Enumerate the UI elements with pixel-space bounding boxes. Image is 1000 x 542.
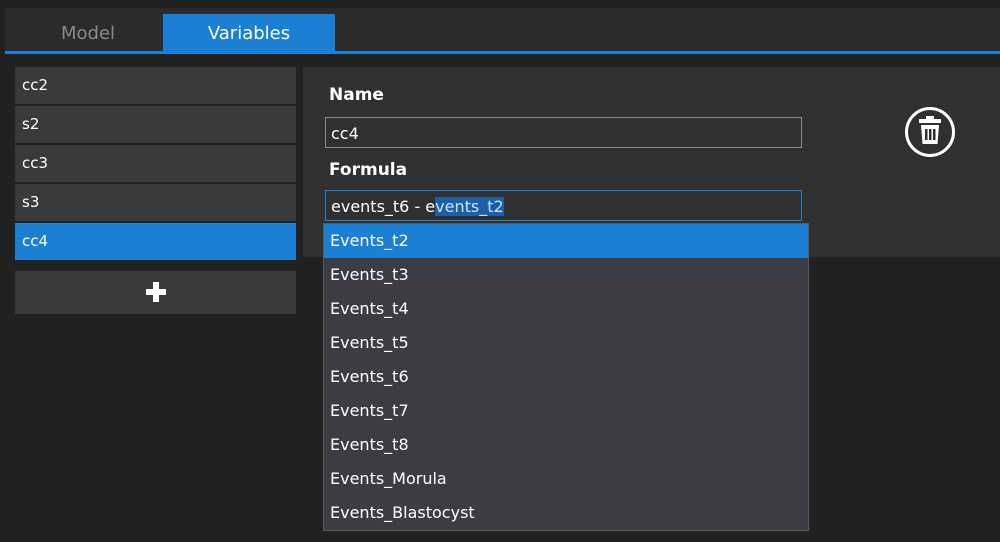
autocomplete-option[interactable]: Events_t2 bbox=[324, 224, 808, 258]
app-window: Model Variables cc2 s2 cc3 s3 cc4 Name c… bbox=[5, 8, 1000, 542]
autocomplete-option[interactable]: Events_t6 bbox=[324, 360, 808, 394]
trash-icon bbox=[919, 116, 941, 144]
formula-label: Formula bbox=[329, 160, 408, 180]
autocomplete-option[interactable]: Events_Blastocyst bbox=[324, 496, 808, 530]
autocomplete-option[interactable]: Events_Morula bbox=[324, 462, 808, 496]
tab-model[interactable]: Model bbox=[13, 14, 163, 53]
autocomplete-dropdown: Events_t2 Events_t3 Events_t4 Events_t5 … bbox=[323, 223, 809, 531]
autocomplete-option[interactable]: Events_t7 bbox=[324, 394, 808, 428]
tab-variables[interactable]: Variables bbox=[163, 14, 335, 53]
delete-variable-button[interactable] bbox=[905, 107, 955, 157]
variable-item-cc3[interactable]: cc3 bbox=[15, 145, 296, 182]
variable-item-cc4[interactable]: cc4 bbox=[15, 223, 296, 260]
tab-bar: Model Variables bbox=[5, 8, 1000, 54]
formula-input[interactable]: events_t6 - events_t2 bbox=[325, 190, 802, 221]
add-variable-button[interactable] bbox=[15, 271, 296, 314]
autocomplete-option[interactable]: Events_t4 bbox=[324, 292, 808, 326]
autocomplete-option[interactable]: Events_t8 bbox=[324, 428, 808, 462]
autocomplete-option[interactable]: Events_t3 bbox=[324, 258, 808, 292]
variable-item-s3[interactable]: s3 bbox=[15, 184, 296, 221]
formula-autocomplete-selection: vents_t2 bbox=[435, 197, 504, 216]
variable-item-s2[interactable]: s2 bbox=[15, 106, 296, 143]
autocomplete-option[interactable]: Events_t5 bbox=[324, 326, 808, 360]
name-input[interactable]: cc4 bbox=[325, 117, 802, 148]
variable-item-cc2[interactable]: cc2 bbox=[15, 67, 296, 104]
name-label: Name bbox=[329, 85, 384, 105]
formula-typed-text: events_t6 - e bbox=[331, 197, 436, 216]
tab-underline bbox=[5, 51, 1000, 54]
variable-list: cc2 s2 cc3 s3 cc4 bbox=[15, 67, 296, 262]
